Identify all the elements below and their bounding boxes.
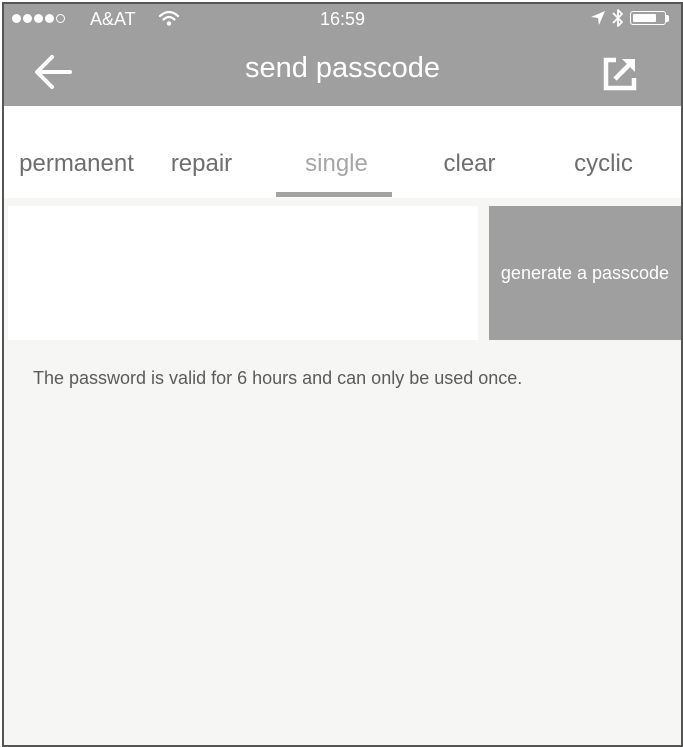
tab-label: permanent <box>19 150 134 177</box>
tab-label: clear <box>443 150 496 177</box>
battery-level <box>633 14 656 22</box>
share-button[interactable] <box>600 54 640 94</box>
share-external-icon <box>603 57 637 91</box>
status-time: 16:59 <box>319 9 366 29</box>
tab-clear[interactable]: clear <box>407 106 532 198</box>
tab-cyclic[interactable]: cyclic <box>541 106 666 198</box>
tab-label: cyclic <box>574 150 633 177</box>
status-bar: A&AT 16:59 <box>4 4 681 34</box>
tab-repair[interactable]: repair <box>139 106 264 198</box>
passcode-type-tabs: permanent repair single clear cyclic <box>4 106 681 198</box>
passcode-display[interactable] <box>8 206 478 340</box>
page-title: send passcode <box>244 52 441 84</box>
passcode-field[interactable] <box>8 206 478 340</box>
header-bar: A&AT 16:59 send passcode <box>4 4 681 106</box>
validity-hint: The password is valid for 6 hours and ca… <box>33 368 523 388</box>
generate-passcode-button[interactable]: generate a passcode <box>489 206 681 340</box>
location-arrow-icon <box>590 10 606 31</box>
tab-label: repair <box>170 150 233 177</box>
tab-single[interactable]: single <box>274 106 399 198</box>
tab-permanent[interactable]: permanent <box>14 106 139 198</box>
phone-screen: A&AT 16:59 send passcode permanent repai… <box>2 2 683 747</box>
battery-icon <box>630 11 666 25</box>
active-tab-indicator <box>276 192 392 197</box>
bluetooth-icon <box>612 8 624 33</box>
tab-label: single <box>305 150 368 177</box>
